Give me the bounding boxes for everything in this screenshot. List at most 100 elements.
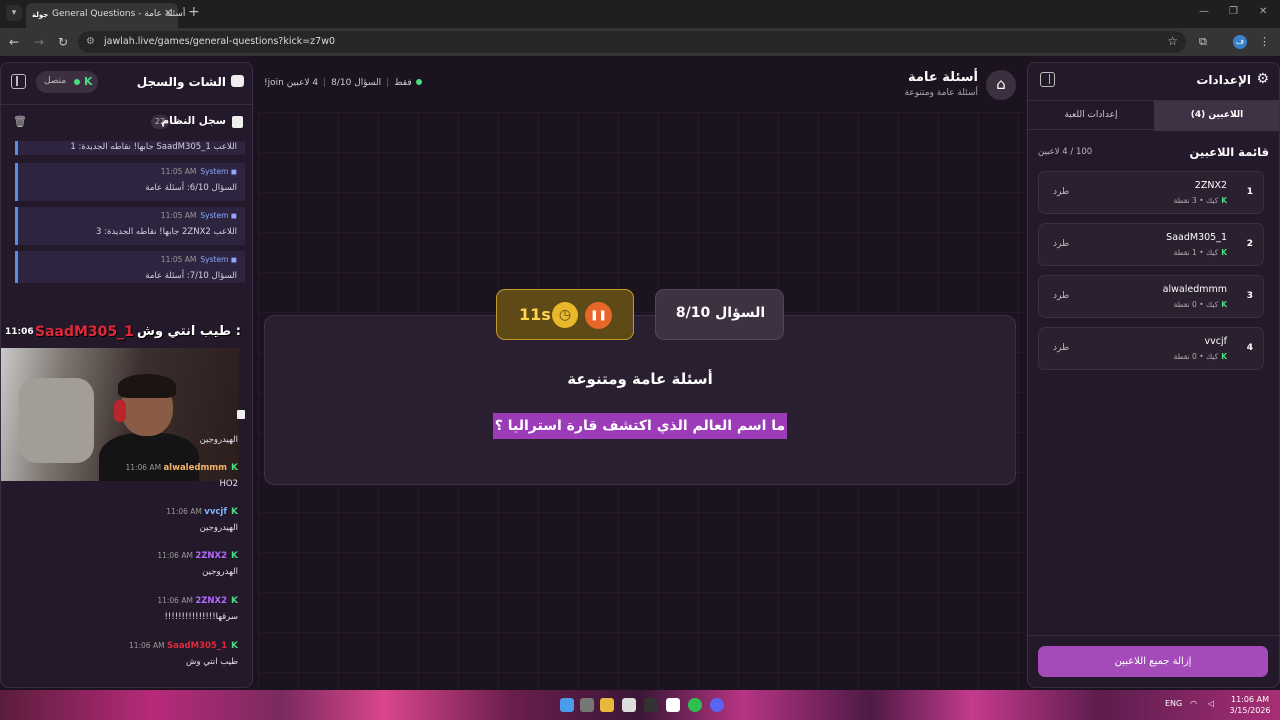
windows-start-icon[interactable] [560,698,574,712]
game-info-row: !join فقط|السؤال 8/10|4 لاعبين [264,78,422,88]
profile-avatar[interactable]: ف [1233,35,1247,49]
log-item: اللاعب SaadM305_1 جابها! نقاطه الجديدة: … [15,141,245,155]
app-icon[interactable] [622,698,636,712]
back-icon[interactable]: ← [9,35,19,49]
home-icon: ⌂ [996,75,1006,93]
close-window-icon[interactable]: ✕ [1259,6,1267,17]
log-meta: 11:05 AM System ◼ [160,167,237,176]
home-button[interactable]: ⌂ [986,70,1016,100]
players-list-title: قائمة اللاعبين [1189,145,1269,159]
app-icon[interactable] [666,698,680,712]
overlay-message: طيب انتي وش : [137,324,241,339]
address-bar: ← → ↻ ⚙ jawlah.live/games/general-questi… [0,28,1280,56]
message-header: 11:06 AM vvcjf K [166,507,238,517]
bookmark-star-icon[interactable]: ☆ [1167,34,1178,48]
overlay-time: 11:06 [5,327,34,337]
discord-icon[interactable] [710,698,724,712]
player-row: 4 vvcjf Kكيك • 0 نقطة طرد [1038,327,1264,370]
taskbar-clock[interactable]: 11:06 AM 3/15/2026 [1225,694,1275,716]
url-field[interactable]: ⚙ jawlah.live/games/general-questions?ki… [78,31,1186,53]
close-tab-icon[interactable]: ✕ [164,8,172,19]
message-header: 11:06 AM 2ZNX2 K [157,551,238,561]
player-name: alwaledmmm [1162,284,1227,295]
player-rank: 1 [1246,187,1253,197]
game-subtitle: أسئلة عامة ومتنوعة [904,88,979,98]
question-number-box: السؤال 8/10 [655,289,784,340]
player-meta: Kكيك • 3 نقطة [1173,196,1227,205]
player-row: 1 2ZNX2 Kكيك • 3 نقطة طرد [1038,171,1264,214]
message-header: 11:06 AM 2ZNX2 K [157,596,238,606]
players-count: 4 لاعبين [286,78,319,88]
kick-player-button[interactable]: طرد [1053,343,1069,353]
message-text: سرقها!!!!!!!!!!!!!!! [164,612,239,622]
player-meta: Kكيك • 0 نقطة [1173,352,1227,361]
site-info-icon[interactable]: ⚙ [86,36,95,47]
timer-box: 11s ◷ ❚❚ [496,289,634,340]
pause-button[interactable]: ❚❚ [585,302,612,329]
url-text: jawlah.live/games/general-questions?kick… [104,36,336,47]
reload-icon[interactable]: ↻ [58,35,68,49]
remove-all-players-button[interactable]: إزالة جميع اللاعبين [1038,646,1268,677]
game-title: أسئلة عامة [908,70,978,85]
player-meta: Kكيك • 0 نقطة [1173,300,1227,309]
tab-game-settings[interactable]: إعدادات اللعبة [1028,101,1154,131]
online-dot-icon [74,79,80,85]
kick-player-button[interactable]: طرد [1053,291,1069,301]
log-info-icon [232,116,243,128]
log-text: اللاعب SaadM305_1 جابها! نقاطه الجديدة: … [70,142,237,152]
browser-tab[interactable]: جولة General Questions - أسئلة عامة ✕ [26,3,185,28]
divider [1028,635,1279,636]
system-log-header: 🗑 22 سجل النظام [1,109,252,135]
language-indicator[interactable]: ENG [1165,699,1182,708]
taskbar: ENG ◠ ◁ 11:06 AM 3/15/2026 [0,690,1280,720]
chat-title: الشات والسجل [136,75,226,89]
player-name: vvcjf [1204,336,1227,347]
kick-icon: K [84,75,93,88]
chat-panel: K متصل الشات والسجل 🗑 22 سجل النظام اللا… [0,62,253,688]
trash-icon[interactable]: 🗑 [13,115,27,128]
collapse-panel-icon[interactable] [1040,72,1055,87]
question-card [264,315,1016,485]
question-progress: السؤال 8/10 [331,78,382,88]
message-header: 11:06 AM SaadM305_1 K [128,641,238,651]
minimize-icon[interactable]: — [1199,6,1209,17]
system-log-list[interactable]: اللاعب SaadM305_1 جابها! نقاطه الجديدة: … [1,141,252,283]
player-row: 2 SaadM305_1 Kكيك • 1 نقطة طرد [1038,223,1264,266]
tab-search-icon[interactable]: ▾ [6,5,22,21]
log-text: السؤال 7/10: أسئلة عامة [145,271,237,281]
collapse-panel-icon[interactable] [11,74,26,89]
player-name: 2ZNX2 [1194,180,1227,191]
online-dot-icon [415,79,422,85]
app-icon[interactable] [644,698,658,712]
log-meta: 11:05 AM System ◼ [160,255,237,264]
message-text: الهيدروجين [199,523,238,533]
forward-icon[interactable]: → [34,35,44,49]
message-text: الهدروجين [202,567,238,577]
timer-seconds: 11s [519,305,551,324]
log-item: 11:05 AM System ◼ السؤال 6/10: أسئلة عامة [15,163,245,201]
player-row: 3 alwaledmmm Kكيك • 0 نقطة طرد [1038,275,1264,318]
settings-title: الإعدادات [1196,73,1251,87]
menu-icon[interactable]: ⋮ [1259,35,1270,48]
clock-time: 11:06 AM [1231,695,1269,704]
kick-player-button[interactable]: طرد [1053,239,1069,249]
extensions-icon[interactable]: ⧉ [1199,35,1207,49]
new-tab-icon[interactable]: + [188,4,200,20]
log-text: اللاعب 2ZNX2 جابها! نقاطه الجديدة: 3 [96,227,237,237]
message-text: HO2 [219,479,239,489]
file-explorer-icon[interactable] [600,698,614,712]
kick-player-button[interactable]: طرد [1053,187,1069,197]
message-text: طيب انتي وش [186,657,238,667]
player-meta: Kكيك • 1 نقطة [1173,248,1227,257]
maximize-icon[interactable]: ❐ [1229,6,1238,17]
player-rank: 3 [1246,291,1253,301]
site-favicon: جولة [32,11,49,19]
wifi-icon[interactable]: ◠ [1190,699,1197,708]
tab-players[interactable]: اللاعبين (4) [1154,101,1279,131]
volume-icon[interactable]: ◁ [1208,699,1214,708]
chrome-icon[interactable] [688,698,702,712]
players-capacity: 100 / 4 لاعبين [1038,147,1093,157]
settings-panel: الإعدادات ⚙ إعدادات اللعبة اللاعبين (4) … [1027,62,1280,688]
search-icon[interactable] [580,698,594,712]
browser-tab-bar: ▾ جولة General Questions - أسئلة عامة ✕ … [0,0,1280,28]
